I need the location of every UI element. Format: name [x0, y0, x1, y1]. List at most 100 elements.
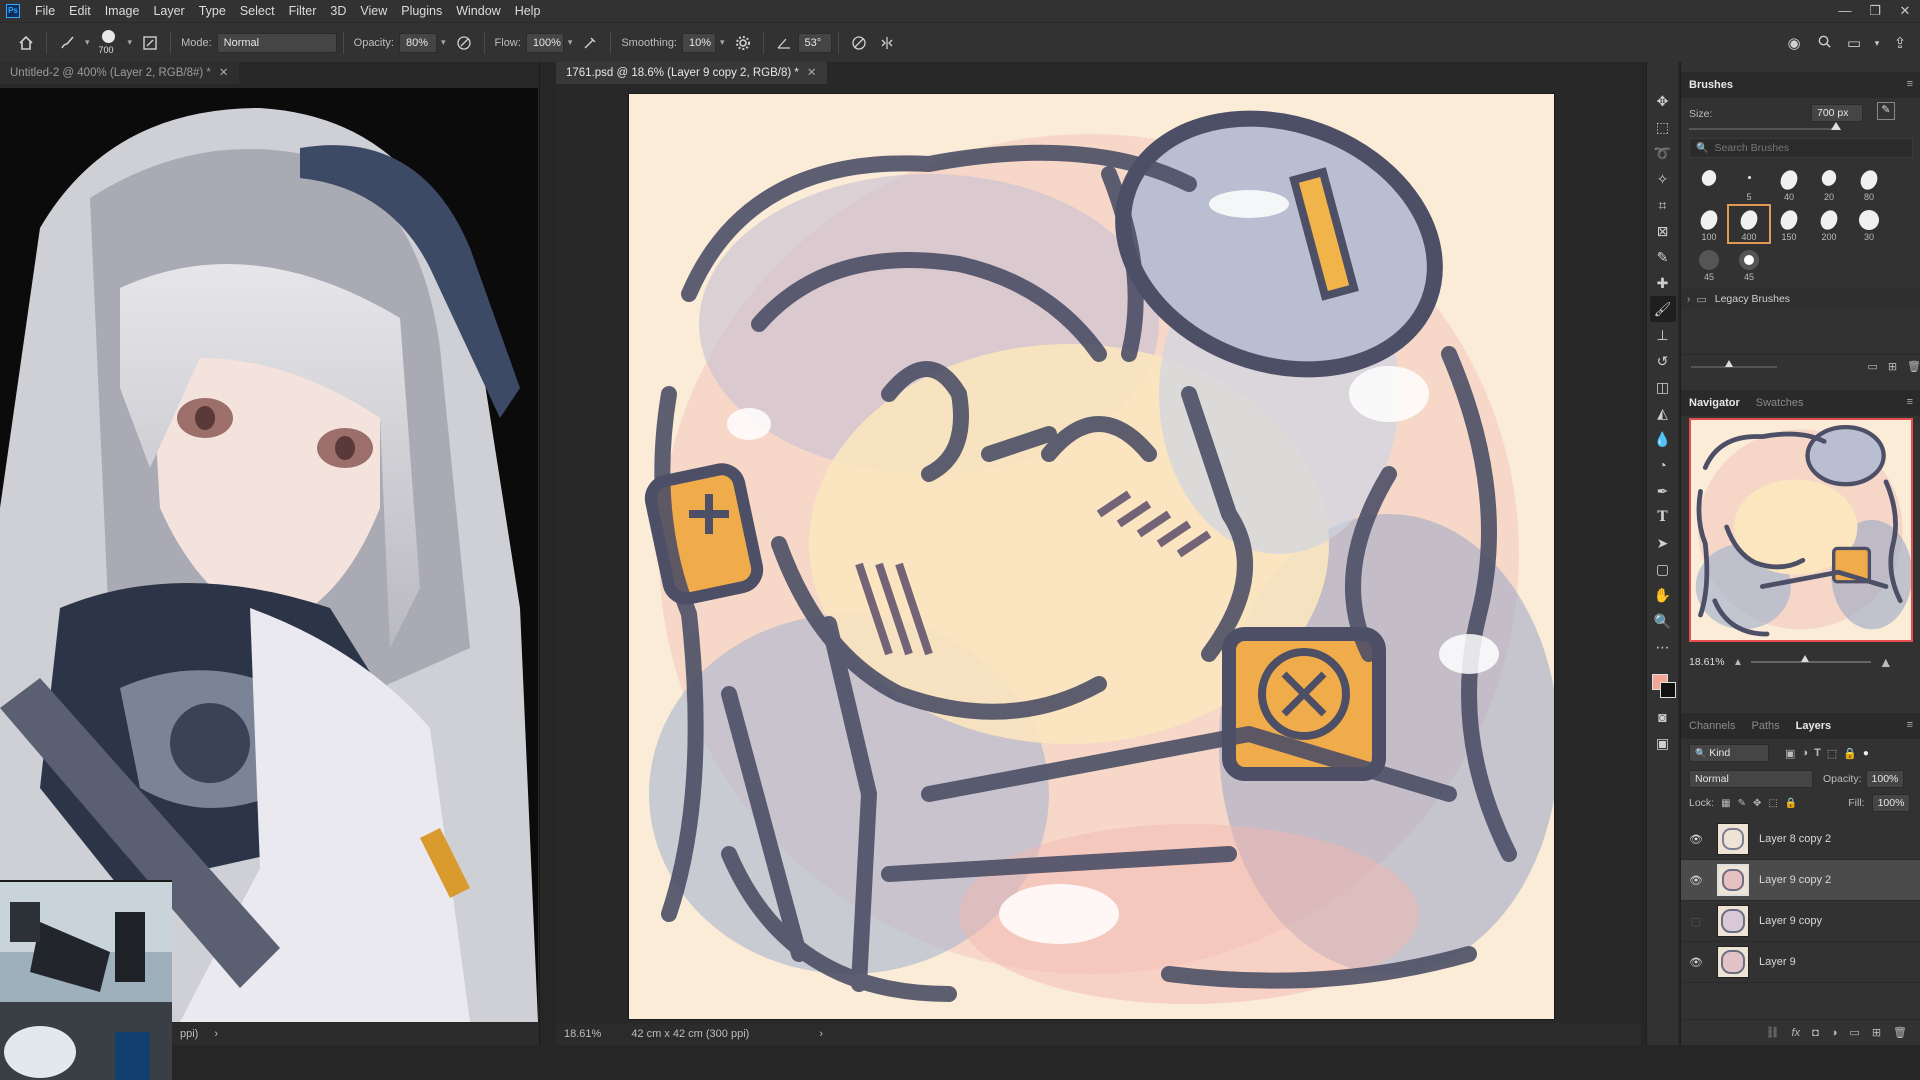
search-icon[interactable] — [1812, 34, 1836, 53]
visibility-eye-icon[interactable]: 👁 — [1685, 874, 1707, 887]
chevron-down-icon[interactable]: ▾ — [1872, 38, 1882, 49]
brush-preset-selected[interactable]: 400 — [1727, 204, 1771, 244]
home-icon[interactable] — [12, 29, 40, 57]
brush-preset[interactable]: 5 — [1729, 166, 1769, 202]
preview-size-slider[interactable] — [1691, 359, 1778, 368]
delete-layer-icon[interactable]: 🗑 — [1893, 1026, 1907, 1039]
drawing-canvas[interactable] — [629, 94, 1554, 1019]
menu-window[interactable]: Window — [449, 0, 507, 22]
fill-field[interactable]: 100% — [1871, 794, 1910, 812]
layer-filter-kind[interactable]: 🔍 Kind — [1689, 744, 1769, 762]
menu-plugins[interactable]: Plugins — [394, 0, 449, 22]
crop-tool-icon[interactable]: ⌗ — [1650, 192, 1676, 218]
zoom-readout[interactable]: 18.61% — [564, 1028, 601, 1040]
navigator-preview[interactable] — [1689, 418, 1913, 642]
frame-tool-icon[interactable]: ⊠ — [1650, 218, 1676, 244]
menu-image[interactable]: Image — [98, 0, 147, 22]
smoothing-field[interactable]: 10% — [682, 32, 716, 53]
brush-size-slider[interactable] — [1689, 128, 1839, 130]
lasso-tool-icon[interactable]: ➰ — [1650, 140, 1676, 166]
link-layers-icon[interactable]: ⛓ — [1766, 1026, 1780, 1039]
tab-paths[interactable]: Paths — [1751, 720, 1779, 732]
eyedropper-tool-icon[interactable]: ✎ — [1650, 244, 1676, 270]
brush-settings-icon[interactable]: ✎ — [1877, 102, 1895, 120]
tab-brushes[interactable]: Brushes — [1689, 79, 1733, 91]
filter-type-icon[interactable]: T — [1814, 747, 1821, 759]
layer-row[interactable]: 👁 Layer 9 — [1681, 942, 1920, 983]
restore-button[interactable]: ❐ — [1860, 0, 1890, 22]
clone-stamp-tool-icon[interactable]: ⊥ — [1650, 322, 1676, 348]
menu-select[interactable]: Select — [233, 0, 282, 22]
tab-untitled-2[interactable]: Untitled-2 @ 400% (Layer 2, RGB/8#) * ✕ — [0, 62, 239, 84]
filter-adjustment-icon[interactable]: ◑ — [1801, 747, 1808, 759]
brush-angle-icon[interactable] — [770, 29, 798, 57]
zoom-in-icon[interactable]: ▲ — [1879, 654, 1893, 670]
tab-swatches[interactable]: Swatches — [1756, 397, 1804, 409]
menu-3d[interactable]: 3D — [323, 0, 353, 22]
lock-transparent-icon[interactable]: ▦ — [1721, 798, 1730, 809]
delete-icon[interactable]: 🗑 — [1907, 360, 1920, 373]
close-icon[interactable]: ✕ — [219, 67, 229, 79]
quick-mask-icon[interactable]: ◙ — [1650, 704, 1676, 730]
photoshop-logo-icon[interactable]: Ps — [6, 4, 20, 18]
filter-pixel-icon[interactable]: ▣ — [1785, 747, 1795, 760]
paint-bucket-tool-icon[interactable]: ◭ — [1650, 400, 1676, 426]
lock-artboard-icon[interactable]: ⬚ — [1768, 798, 1777, 809]
layer-row[interactable]: ▢ Layer 9 copy — [1681, 901, 1920, 942]
more-tools-icon[interactable]: ⋯ — [1650, 634, 1676, 660]
visibility-eye-icon[interactable]: 👁 — [1685, 833, 1707, 846]
airbrush-icon[interactable] — [576, 29, 604, 57]
chevron-down-icon[interactable]: ▾ — [720, 37, 725, 48]
filter-shape-icon[interactable]: ⬚ — [1827, 747, 1837, 760]
filter-toggle-icon[interactable]: ● — [1863, 748, 1869, 759]
share-icon[interactable]: ⇪ — [1888, 34, 1912, 52]
new-folder-icon[interactable]: ▭ — [1867, 360, 1877, 373]
healing-brush-tool-icon[interactable]: ✚ — [1650, 270, 1676, 296]
workspace-icon[interactable]: ▭ — [1842, 34, 1866, 52]
pressure-opacity-icon[interactable] — [450, 29, 478, 57]
menu-file[interactable]: File — [28, 0, 62, 22]
new-brush-icon[interactable]: ⊞ — [1888, 360, 1897, 373]
menu-edit[interactable]: Edit — [62, 0, 98, 22]
brush-tool-icon[interactable]: 🖌 — [1649, 296, 1676, 322]
path-selection-tool-icon[interactable]: ➤ — [1650, 530, 1676, 556]
tab-channels[interactable]: Channels — [1689, 720, 1735, 732]
brush-folder-legacy[interactable]: › ▭ Legacy Brushes — [1681, 288, 1920, 310]
minimize-button[interactable]: — — [1830, 0, 1860, 22]
adjustment-layer-icon[interactable]: ◑ — [1831, 1027, 1838, 1039]
panel-menu-icon[interactable]: ≡ — [1907, 719, 1913, 731]
brush-preset[interactable]: 40 — [1769, 166, 1809, 202]
screen-mode-icon[interactable]: ▣ — [1650, 730, 1676, 756]
navigator-zoom-value[interactable]: 18.61% — [1689, 656, 1733, 668]
panel-menu-icon[interactable]: ≡ — [1907, 396, 1913, 408]
navigator-zoom-slider[interactable] — [1750, 655, 1871, 663]
zoom-tool-icon[interactable]: 🔍 — [1650, 608, 1676, 634]
brush-preset[interactable]: 45 — [1689, 246, 1729, 282]
chevron-right-icon[interactable]: › — [1687, 294, 1690, 305]
brush-tool-icon[interactable] — [53, 29, 81, 57]
chevron-down-icon[interactable]: ▾ — [85, 37, 90, 48]
add-mask-icon[interactable]: ◘ — [1812, 1027, 1819, 1039]
tab-layers[interactable]: Layers — [1796, 720, 1831, 732]
layer-row[interactable]: 👁 Layer 8 copy 2 — [1681, 819, 1920, 860]
eraser-tool-icon[interactable]: ◫ — [1650, 374, 1676, 400]
menu-type[interactable]: Type — [192, 0, 233, 22]
tab-navigator[interactable]: Navigator — [1689, 397, 1740, 409]
slider-thumb-icon[interactable] — [1831, 122, 1841, 130]
history-brush-tool-icon[interactable]: ↺ — [1650, 348, 1676, 374]
brush-angle-field[interactable]: 53° — [797, 32, 832, 53]
blur-tool-icon[interactable]: 💧 — [1650, 426, 1676, 452]
lock-position-icon[interactable]: ✥ — [1753, 798, 1761, 809]
dodge-tool-icon[interactable]: ◔ — [1650, 452, 1676, 478]
chevron-right-icon[interactable]: › — [214, 1028, 218, 1040]
chevron-down-icon[interactable]: ▾ — [128, 37, 133, 48]
brush-preset[interactable] — [1689, 166, 1729, 202]
layer-opacity-field[interactable]: 100% — [1865, 770, 1904, 788]
symmetry-icon[interactable] — [873, 29, 901, 57]
flow-field[interactable]: 100% — [525, 32, 564, 53]
menu-help[interactable]: Help — [508, 0, 548, 22]
opacity-field[interactable]: 80% — [399, 32, 437, 53]
brush-preset[interactable]: 150 — [1769, 206, 1809, 242]
close-button[interactable]: ✕ — [1890, 0, 1920, 22]
tab-1761-psd[interactable]: 1761.psd @ 18.6% (Layer 9 copy 2, RGB/8)… — [556, 62, 827, 84]
